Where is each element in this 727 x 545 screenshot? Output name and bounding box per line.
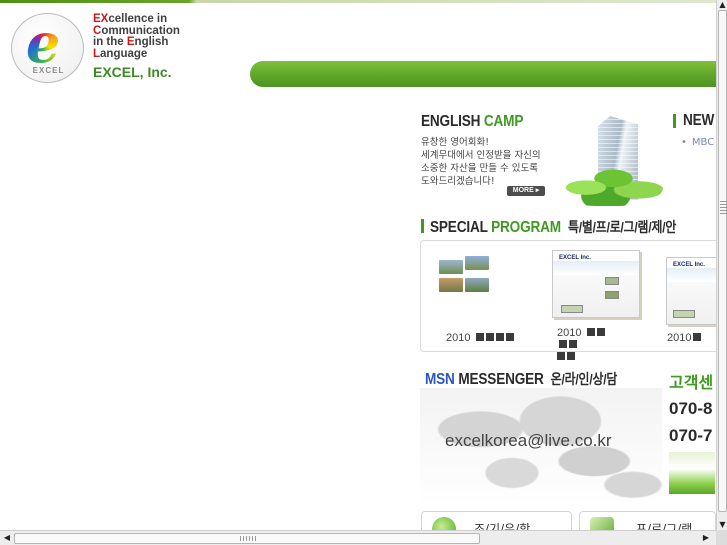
customer-center-heading: 고객센 — [669, 375, 714, 392]
program-caption-2[interactable]: 2010 — [557, 327, 617, 363]
scroll-down-icon[interactable]: ▼ — [717, 520, 727, 530]
vertical-scroll-thumb[interactable] — [718, 10, 727, 512]
special-program-heading-mark — [421, 219, 424, 233]
logo-word: EXCEL — [32, 66, 65, 75]
customer-center-image — [669, 452, 715, 494]
english-camp-more-button[interactable]: MORE ▸ — [507, 186, 545, 196]
news-heading-mark — [673, 114, 676, 128]
msn-messenger-heading[interactable]: MSN MESSENGER 온/라/인/상/담 — [425, 369, 617, 389]
news-item[interactable]: MBC — [681, 137, 714, 148]
scroll-up-icon[interactable]: ▲ — [717, 0, 727, 10]
scrollbar-corner — [716, 530, 727, 545]
program-caption-1[interactable]: 2010 — [446, 333, 514, 344]
leaves-image — [553, 160, 663, 206]
program-caption-3[interactable]: 2010 — [667, 333, 702, 344]
customer-phone-1: 070-8 — [669, 399, 713, 418]
msn-email-link[interactable]: excelkorea@live.co.kr — [445, 431, 612, 451]
english-camp-heading[interactable]: ENGLISH CAMP — [421, 113, 523, 131]
vertical-scrollbar[interactable]: ▲ ▼ — [716, 0, 727, 530]
horizontal-scrollbar[interactable]: ◀ ▶ — [0, 530, 727, 545]
excel-logo[interactable]: e EXCEL — [11, 13, 84, 83]
tagline: EXcellence in Communication in the Engli… — [93, 13, 180, 60]
special-program-heading[interactable]: SPECIAL PROGRAM 특/별/프/로/그/램/제/안 — [430, 217, 676, 237]
program-thumbnail-3[interactable]: EXCEL Inc. — [666, 257, 718, 325]
news-heading[interactable]: NEW — [683, 112, 714, 130]
horizontal-scroll-thumb[interactable] — [14, 533, 480, 544]
company-name[interactable]: EXCEL, Inc. — [93, 64, 172, 80]
logo-e-icon: e — [26, 11, 61, 75]
header-green-bar — [250, 61, 716, 87]
english-camp-description: 유창한 영어회화! 세계무대에서 인정받을 자신의 소중한 자산을 만들 수 있… — [421, 137, 541, 187]
news-list: MBC — [681, 137, 714, 148]
scroll-right-icon[interactable]: ▶ — [700, 531, 712, 545]
top-rule — [0, 0, 727, 3]
program-thumbnail-2[interactable]: EXCEL Inc. — [552, 250, 640, 318]
scroll-left-icon[interactable]: ◀ — [1, 531, 13, 545]
program-thumbnail-1[interactable] — [437, 256, 491, 294]
customer-phone-2: 070-7 — [669, 426, 713, 445]
